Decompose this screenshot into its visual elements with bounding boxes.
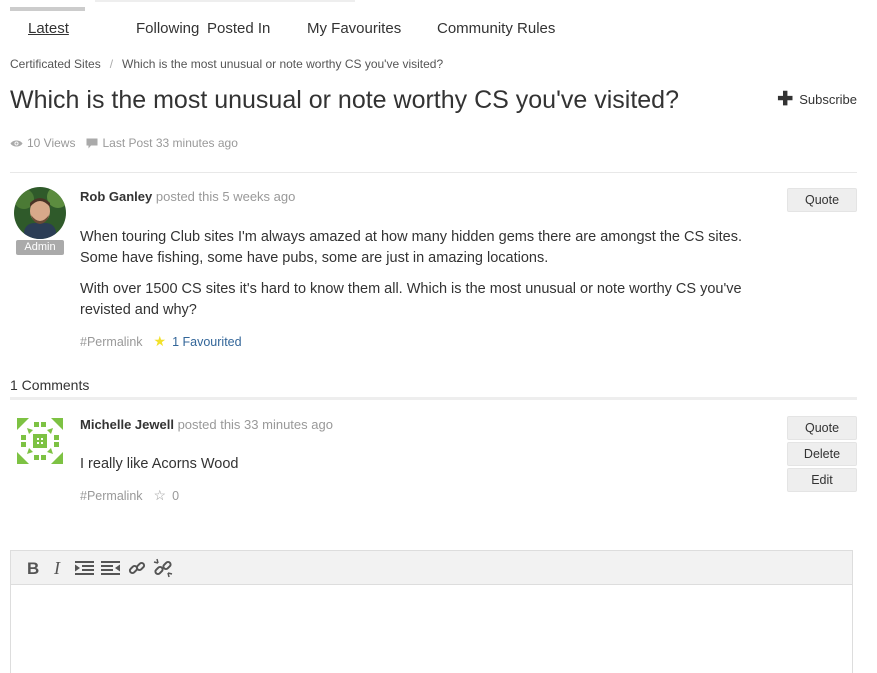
unlink-icon[interactable] [151, 557, 174, 579]
comment-time: posted this 33 minutes ago [177, 417, 333, 432]
breadcrumb-separator: / [109, 57, 114, 71]
post-paragraph: When touring Club sites I'm always amaze… [80, 229, 743, 266]
svg-text:I: I [53, 560, 61, 576]
star-outline-icon[interactable]: ☆ [154, 487, 167, 504]
page-title: Which is the most unusual or note worthy… [10, 86, 679, 114]
link-icon[interactable] [125, 557, 148, 579]
reply-text-area[interactable] [11, 585, 852, 673]
comment-favourite-count: 0 [172, 488, 180, 503]
comment-header: Michelle Jewell posted this 33 minutes a… [80, 417, 333, 432]
permalink-link[interactable]: #Permalink [80, 489, 143, 503]
star-filled-icon[interactable]: ★ [154, 333, 167, 350]
favourited-count[interactable]: 1 Favourited [172, 335, 241, 349]
post-body: When touring Club sites I'm always amaze… [80, 227, 770, 331]
editor-toolbar: B I [11, 551, 852, 585]
tab-bar: Latest Following Posted In My Favourites… [10, 0, 870, 44]
post-author[interactable]: Rob Ganley [80, 189, 152, 204]
post-header: Rob Ganley posted this 5 weeks ago [80, 189, 295, 204]
author-photo [14, 187, 66, 239]
views-count: 10 Views [27, 136, 76, 150]
comment-icon [86, 138, 98, 148]
quote-button[interactable]: Quote [787, 188, 857, 212]
last-post-stat: Last Post 33 minutes ago [86, 136, 238, 150]
admin-badge: Admin [16, 240, 64, 255]
breadcrumb-parent[interactable]: Certificated Sites [10, 57, 101, 71]
tab-latest[interactable]: Latest [28, 20, 69, 37]
eye-icon [10, 140, 23, 146]
active-tab-indicator [10, 7, 85, 11]
post-footer: #Permalink ★ 1 Favourited [80, 333, 242, 350]
post-time: posted this 5 weeks ago [155, 189, 296, 204]
comment-body: I really like Acorns Wood [80, 454, 770, 485]
svg-text:B: B [27, 560, 39, 576]
subscribe-label: Subscribe [799, 92, 857, 107]
tab-my-favourites[interactable]: My Favourites [307, 20, 401, 37]
outdent-icon[interactable] [99, 557, 122, 579]
comment-quote-button[interactable]: Quote [787, 416, 857, 440]
topic-meta: 10 Views Last Post 33 minutes ago [10, 136, 249, 150]
comment-author[interactable]: Michelle Jewell [80, 417, 174, 432]
tab-divider [95, 0, 355, 8]
subscribe-button[interactable]: ✚ Subscribe [777, 88, 857, 110]
comments-divider [10, 397, 857, 400]
breadcrumb: Certificated Sites / Which is the most unu… [10, 57, 443, 71]
bold-icon[interactable]: B [21, 557, 44, 579]
italic-icon[interactable]: I [47, 557, 70, 579]
identicon-avatar [17, 418, 63, 464]
reply-editor: B I [10, 550, 853, 673]
comment-footer: #Permalink ☆ 0 [80, 487, 179, 504]
comments-count: 1 Comments [10, 377, 90, 393]
tab-following[interactable]: Following [136, 20, 199, 37]
avatar[interactable] [15, 416, 65, 466]
tab-community-rules[interactable]: Community Rules [437, 20, 555, 37]
topic-divider [10, 172, 857, 173]
permalink-link[interactable]: #Permalink [80, 335, 143, 349]
last-post-time: Last Post 33 minutes ago [102, 136, 238, 150]
post-paragraph: With over 1500 CS sites it's hard to kno… [80, 281, 742, 318]
indent-icon[interactable] [73, 557, 96, 579]
comment-text: I really like Acorns Wood [80, 456, 239, 472]
comment-edit-button[interactable]: Edit [787, 468, 857, 492]
avatar[interactable] [14, 187, 66, 239]
tab-posted-in[interactable]: Posted In [207, 20, 270, 37]
breadcrumb-current: Which is the most unusual or note worthy… [122, 57, 444, 71]
comment-delete-button[interactable]: Delete [787, 442, 857, 466]
views-stat: 10 Views [10, 136, 75, 150]
plus-icon: ✚ [777, 88, 794, 110]
